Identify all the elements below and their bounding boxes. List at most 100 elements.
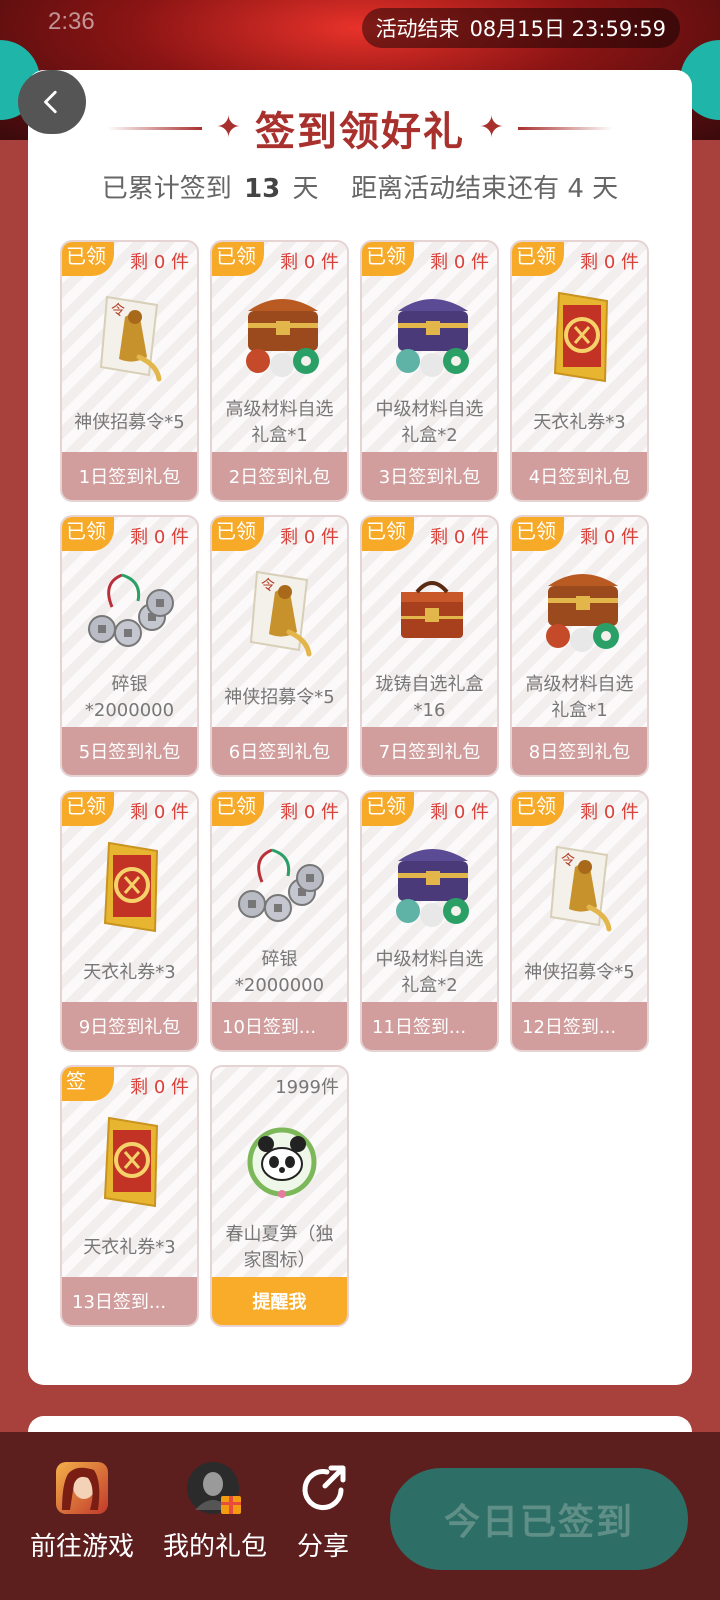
day-gift-label: 12日签到... [512,1002,647,1050]
claimed-badge: 已领 [62,517,114,551]
reward-name: 春山夏笋（独家图标） [225,1224,334,1271]
svg-text:令: 令 [261,578,275,594]
claimed-badge: 已领 [362,792,414,826]
signed-today-button[interactable]: 今日已签到 [390,1468,688,1570]
event-end-label: 活动结束 [375,17,460,41]
summary-days-unit: 天 [292,174,319,204]
remind-me-button[interactable]: 提醒我 [212,1277,347,1325]
reward-name: 天衣礼券*3 [533,412,626,433]
summary-signed-prefix: 已累计签到 [101,174,232,204]
reward-tile[interactable]: 已领剩 0 件令神侠招募令*5 1日签到礼包 [60,240,199,502]
claimed-badge: 已领 [512,792,564,826]
summary-signed-days: 13 [244,174,281,204]
my-gifts-label: 我的礼包 [163,1532,268,1562]
reward-name: 神侠招募令*5 [224,687,335,708]
day-gift-label: 11日签到... [362,1002,497,1050]
reward-name: 高级材料自选礼盒*1 [525,674,634,721]
chest-icon [512,557,647,667]
coins-icon [62,557,197,667]
reward-tile[interactable]: 已领剩 0 件中级材料自选礼盒*2 3日签到礼包 [360,240,499,502]
bottom-action-bar: 前往游戏 我的礼包 分享 今日已签到 [0,1432,720,1600]
signin-card: ✦ 签到领好礼 ✦ 已累计签到 13 天 距离活动结束还有 4 天 已领剩 0 … [28,70,692,1385]
reward-name: 神侠招募令*5 [74,412,185,433]
remaining-count: 剩 0 件 [580,802,639,823]
reward-tile[interactable]: 1999件春山夏笋（独家图标） 提醒我 [210,1065,349,1327]
reward-name: 神侠招募令*5 [524,962,635,983]
reward-tile[interactable]: 已领剩 0 件碎银*2000000 10日签到... [210,790,349,1052]
reward-tile[interactable]: 已领剩 0 件高级材料自选礼盒*1 2日签到礼包 [210,240,349,502]
status-time: 2:36 [48,8,95,35]
remaining-count: 剩 0 件 [580,252,639,273]
day-gift-label: 4日签到礼包 [512,452,647,500]
my-gifts-button[interactable]: 我的礼包 [163,1460,267,1563]
svg-text:令: 令 [561,853,575,869]
reward-name: 碎银*2000000 [84,674,175,721]
token-icon: 令 [62,282,197,392]
chest-purple-icon [362,832,497,942]
remaining-count: 剩 0 件 [430,527,489,548]
remaining-count: 剩 0 件 [130,527,189,548]
chest-icon [212,282,347,392]
reward-tile[interactable]: 已领剩 0 件高级材料自选礼盒*1 8日签到礼包 [510,515,649,777]
reward-tile[interactable]: 签剩 0 件天衣礼券*3 13日签到... [60,1065,199,1327]
share-button[interactable]: 分享 [295,1460,351,1563]
box-icon [362,557,497,667]
claimed-badge: 已领 [62,792,114,826]
reward-tile[interactable]: 已领剩 0 件天衣礼券*3 4日签到礼包 [510,240,649,502]
chevron-left-icon [44,90,57,114]
remaining-count: 剩 0 件 [280,527,339,548]
day-gift-label: 3日签到礼包 [362,452,497,500]
reward-tile[interactable]: 已领剩 0 件中级材料自选礼盒*2 11日签到... [360,790,499,1052]
reward-tile[interactable]: 已领剩 0 件珑铸自选礼盒*16 7日签到礼包 [360,515,499,777]
day-gift-label: 1日签到礼包 [62,452,197,500]
claimed-badge: 已领 [212,517,264,551]
remaining-count: 剩 0 件 [130,252,189,273]
day-gift-label: 10日签到... [212,1002,347,1050]
signin-summary: 已累计签到 13 天 距离活动结束还有 4 天 [28,168,692,205]
day-gift-label: 9日签到礼包 [62,1002,197,1050]
share-icon [302,1465,346,1511]
gift-avatar-icon [187,1462,241,1514]
title-divider-right [518,126,614,130]
title-divider-left [106,126,202,130]
claimed-badge: 已领 [62,242,114,276]
day-gift-label: 5日签到礼包 [62,727,197,775]
coins-icon [212,832,347,942]
remaining-count: 剩 0 件 [430,252,489,273]
coupon-icon [62,832,197,942]
reward-tile[interactable]: 已领剩 0 件令神侠招募令*5 6日签到礼包 [210,515,349,777]
day-gift-label: 7日签到礼包 [362,727,497,775]
day-gift-label: 8日签到礼包 [512,727,647,775]
remaining-count: 1999件 [275,1077,339,1098]
remaining-count: 剩 0 件 [280,252,339,273]
summary-remaining-days: 4 [567,174,584,204]
reward-name: 中级材料自选礼盒*2 [375,399,484,446]
reward-tile[interactable]: 已领剩 0 件碎银*2000000 5日签到礼包 [60,515,199,777]
page-title-row: ✦ 签到领好礼 ✦ [28,98,692,158]
reward-name: 珑铸自选礼盒*16 [375,674,484,721]
back-button[interactable] [18,70,86,134]
day-gift-label: 2日签到礼包 [212,452,347,500]
claimed-badge: 已领 [212,792,264,826]
game-app-icon [56,1462,108,1514]
claimed-badge: 签 [62,1067,114,1101]
reward-name: 中级材料自选礼盒*2 [375,949,484,996]
chest-purple-icon [362,282,497,392]
claimed-badge: 已领 [512,517,564,551]
event-end-datetime: 08月15日 23:59:59 [469,17,666,41]
share-label: 分享 [296,1532,349,1562]
remaining-count: 剩 0 件 [130,1077,189,1098]
claimed-badge: 已领 [362,242,414,276]
coupon-icon [512,282,647,392]
remaining-count: 剩 0 件 [130,802,189,823]
go-to-game-button[interactable]: 前往游戏 [30,1460,134,1563]
summary-remaining-unit: 天 [592,174,619,204]
claimed-badge: 已领 [212,242,264,276]
reward-tile[interactable]: 已领剩 0 件天衣礼券*3 9日签到礼包 [60,790,199,1052]
reward-tile[interactable]: 已领剩 0 件令神侠招募令*5 12日签到... [510,790,649,1052]
reward-name: 高级材料自选礼盒*1 [225,399,334,446]
svg-text:令: 令 [111,303,125,319]
panda-icon [212,1107,347,1217]
claimed-badge: 已领 [362,517,414,551]
day-gift-label: 13日签到... [62,1277,197,1325]
